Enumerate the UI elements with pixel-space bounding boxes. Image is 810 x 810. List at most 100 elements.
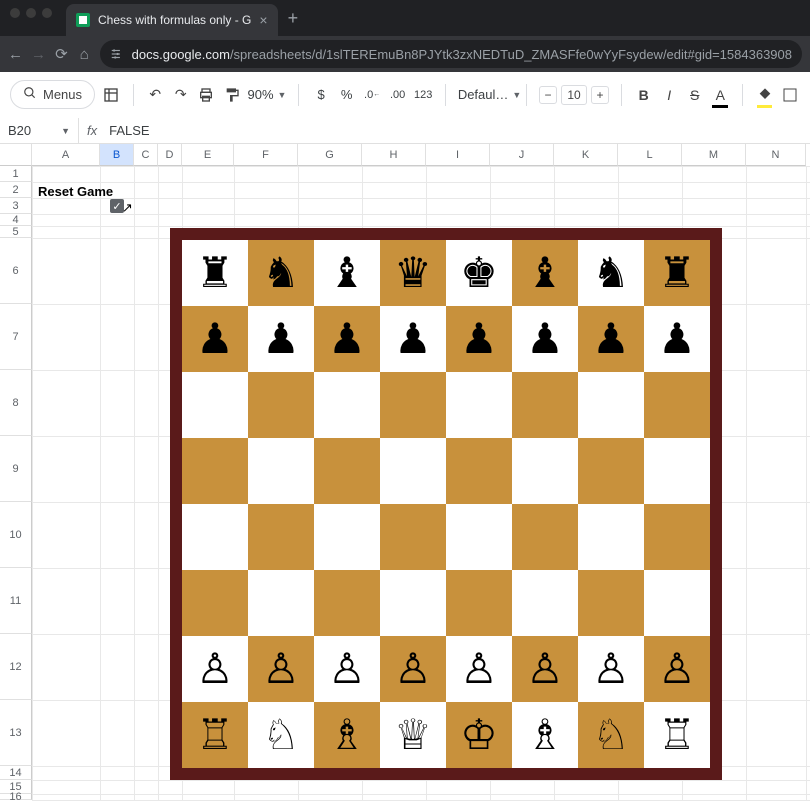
chess-square[interactable]: ♙ bbox=[578, 636, 644, 702]
chess-square[interactable] bbox=[512, 570, 578, 636]
row-header[interactable]: 9 bbox=[0, 436, 32, 502]
strike-button[interactable]: S bbox=[685, 84, 705, 106]
chess-square[interactable] bbox=[446, 438, 512, 504]
formula-input[interactable]: FALSE bbox=[105, 123, 810, 138]
chess-square[interactable] bbox=[248, 372, 314, 438]
window-min-dot[interactable] bbox=[26, 8, 36, 18]
grid-area[interactable]: Reset Game↖♜♞♝♛♚♝♞♜♟♟♟♟♟♟♟♟♙♙♙♙♙♙♙♙♖♘♗♕♔… bbox=[32, 166, 810, 800]
chess-square[interactable] bbox=[182, 372, 248, 438]
chess-square[interactable]: ♙ bbox=[248, 636, 314, 702]
redo-icon[interactable]: ↷ bbox=[171, 84, 191, 106]
chess-square[interactable] bbox=[644, 570, 710, 636]
chess-square[interactable] bbox=[644, 504, 710, 570]
chess-square[interactable]: ♕ bbox=[380, 702, 446, 768]
chess-square[interactable] bbox=[314, 372, 380, 438]
chess-square[interactable]: ♔ bbox=[446, 702, 512, 768]
column-header[interactable]: E bbox=[182, 144, 234, 166]
undo-icon[interactable]: ↶ bbox=[145, 84, 165, 106]
row-header[interactable]: 13 bbox=[0, 700, 32, 766]
chess-square[interactable]: ♙ bbox=[380, 636, 446, 702]
paint-format-icon[interactable] bbox=[222, 84, 242, 106]
reload-icon[interactable]: ⟳ bbox=[54, 45, 69, 63]
chess-square[interactable]: ♖ bbox=[182, 702, 248, 768]
row-header[interactable]: 10 bbox=[0, 502, 32, 568]
chess-square[interactable]: ♗ bbox=[512, 702, 578, 768]
chess-square[interactable] bbox=[446, 372, 512, 438]
site-settings-icon[interactable] bbox=[110, 47, 124, 61]
italic-button[interactable]: I bbox=[659, 84, 679, 106]
back-icon[interactable]: ← bbox=[8, 46, 23, 63]
window-close-dot[interactable] bbox=[10, 8, 20, 18]
column-header[interactable]: H bbox=[362, 144, 426, 166]
print-icon[interactable] bbox=[196, 84, 216, 106]
row-header[interactable]: 1 bbox=[0, 166, 32, 182]
column-header[interactable]: I bbox=[426, 144, 490, 166]
window-max-dot[interactable] bbox=[42, 8, 52, 18]
chess-square[interactable]: ♟ bbox=[182, 306, 248, 372]
chess-square[interactable]: ♙ bbox=[314, 636, 380, 702]
bold-button[interactable]: B bbox=[634, 84, 654, 106]
chess-square[interactable]: ♗ bbox=[314, 702, 380, 768]
chess-square[interactable]: ♞ bbox=[578, 240, 644, 306]
chess-square[interactable] bbox=[380, 438, 446, 504]
chess-square[interactable]: ♟ bbox=[644, 306, 710, 372]
chess-square[interactable]: ♞ bbox=[248, 240, 314, 306]
chess-square[interactable]: ♙ bbox=[512, 636, 578, 702]
row-header[interactable]: 16 bbox=[0, 794, 32, 800]
row-header[interactable]: 2 bbox=[0, 182, 32, 198]
chess-square[interactable] bbox=[578, 570, 644, 636]
increase-decimal-icon[interactable]: .00 bbox=[388, 84, 408, 106]
chess-square[interactable] bbox=[314, 504, 380, 570]
chess-square[interactable] bbox=[578, 504, 644, 570]
chess-square[interactable]: ♘ bbox=[248, 702, 314, 768]
chess-square[interactable]: ♚ bbox=[446, 240, 512, 306]
chess-square[interactable]: ♙ bbox=[182, 636, 248, 702]
chess-square[interactable]: ♙ bbox=[446, 636, 512, 702]
column-header[interactable]: C bbox=[134, 144, 158, 166]
chess-square[interactable] bbox=[248, 438, 314, 504]
column-header[interactable]: F bbox=[234, 144, 298, 166]
percent-icon[interactable]: % bbox=[337, 84, 357, 106]
column-header[interactable]: G bbox=[298, 144, 362, 166]
increase-font-button[interactable]: + bbox=[591, 86, 609, 104]
chess-square[interactable] bbox=[314, 438, 380, 504]
close-icon[interactable]: × bbox=[259, 12, 267, 28]
decrease-font-button[interactable]: − bbox=[539, 86, 557, 104]
row-header[interactable]: 6 bbox=[0, 238, 32, 304]
menus-button[interactable]: Menus bbox=[10, 80, 95, 109]
chess-square[interactable] bbox=[248, 504, 314, 570]
text-color-button[interactable]: A bbox=[710, 84, 730, 106]
chess-square[interactable] bbox=[512, 372, 578, 438]
chess-square[interactable]: ♖ bbox=[644, 702, 710, 768]
column-header[interactable]: L bbox=[618, 144, 682, 166]
row-header[interactable]: 12 bbox=[0, 634, 32, 700]
row-header[interactable]: 14 bbox=[0, 766, 32, 780]
chess-square[interactable]: ♟ bbox=[578, 306, 644, 372]
chess-square[interactable] bbox=[380, 504, 446, 570]
column-header[interactable]: J bbox=[490, 144, 554, 166]
new-tab-button[interactable]: + bbox=[278, 8, 309, 29]
column-header[interactable]: K bbox=[554, 144, 618, 166]
column-header[interactable]: A bbox=[32, 144, 100, 166]
chess-square[interactable] bbox=[512, 504, 578, 570]
font-size-input[interactable]: 10 bbox=[561, 85, 587, 105]
chess-square[interactable] bbox=[446, 570, 512, 636]
chess-square[interactable]: ♙ bbox=[644, 636, 710, 702]
currency-icon[interactable]: $ bbox=[311, 84, 331, 106]
column-header[interactable]: B bbox=[100, 144, 134, 166]
row-header[interactable]: 7 bbox=[0, 304, 32, 370]
chess-square[interactable]: ♟ bbox=[314, 306, 380, 372]
browser-tab[interactable]: Chess with formulas only - G × bbox=[66, 4, 278, 36]
chess-square[interactable] bbox=[380, 372, 446, 438]
name-box[interactable]: B20 ▼ bbox=[0, 123, 78, 138]
decrease-decimal-icon[interactable]: .0← bbox=[362, 84, 382, 106]
chess-square[interactable] bbox=[644, 438, 710, 504]
row-header[interactable]: 3 bbox=[0, 198, 32, 214]
more-formats-icon[interactable]: 123 bbox=[413, 84, 433, 106]
chess-square[interactable]: ♝ bbox=[314, 240, 380, 306]
chess-square[interactable] bbox=[248, 570, 314, 636]
select-all-corner[interactable] bbox=[0, 144, 32, 166]
chess-square[interactable] bbox=[182, 570, 248, 636]
column-header[interactable]: N bbox=[746, 144, 806, 166]
chess-square[interactable] bbox=[578, 438, 644, 504]
